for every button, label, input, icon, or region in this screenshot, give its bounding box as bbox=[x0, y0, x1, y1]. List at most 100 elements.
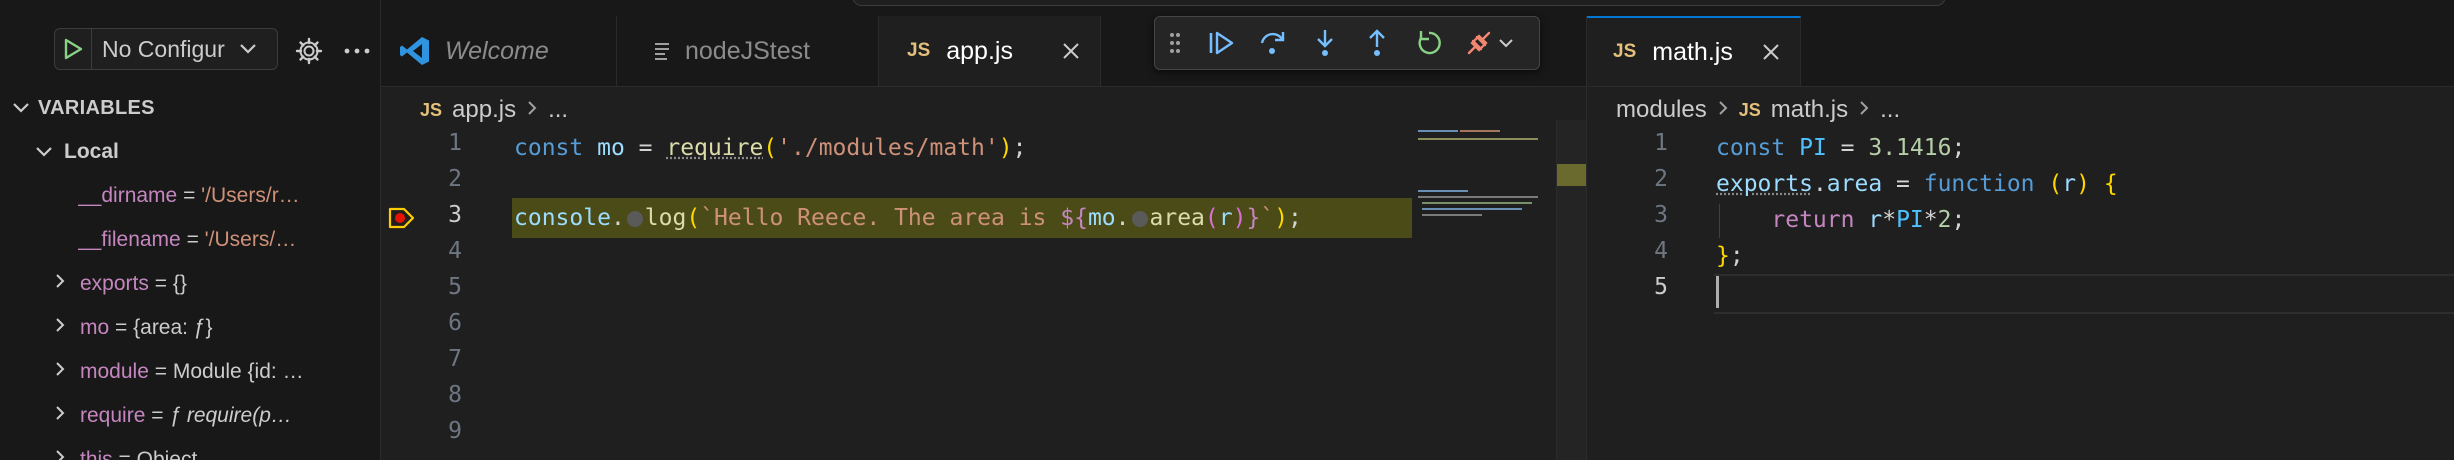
line-number[interactable]: 1 bbox=[1588, 130, 1668, 156]
chevron-down-icon bbox=[1499, 39, 1513, 48]
variable-value: {area: ƒ} bbox=[133, 316, 213, 339]
chevron-down-icon bbox=[12, 97, 38, 120]
breadcrumb-file[interactable]: app.js bbox=[452, 96, 516, 124]
tab-label: nodeJStest bbox=[685, 36, 811, 65]
document-icon bbox=[653, 41, 671, 61]
vscode-logo-icon bbox=[399, 35, 431, 67]
js-file-icon: JS bbox=[907, 40, 931, 61]
variable-row[interactable]: exports = {} bbox=[48, 262, 380, 306]
code-line-3[interactable]: console. log(`Hello Reece. The area is ${… bbox=[514, 200, 1302, 236]
minimap[interactable] bbox=[1412, 120, 1556, 460]
chevron-down-icon[interactable] bbox=[230, 42, 266, 56]
close-icon[interactable] bbox=[1062, 42, 1080, 60]
chevron-right-icon[interactable] bbox=[48, 272, 72, 296]
chevron-right-icon bbox=[526, 96, 538, 124]
scope-local[interactable]: Local bbox=[32, 130, 380, 174]
line-number[interactable]: 2 bbox=[382, 166, 462, 192]
variable-row[interactable]: mo = {area: ƒ} bbox=[48, 306, 380, 350]
js-file-icon: JS bbox=[1738, 99, 1761, 120]
debug-toolbar[interactable] bbox=[1154, 16, 1540, 70]
variable-value: ƒ require(p… bbox=[169, 404, 292, 427]
text-cursor bbox=[1716, 276, 1719, 308]
launch-configuration-select[interactable]: No Configur bbox=[54, 28, 278, 70]
scrollbar-debug-marker bbox=[1557, 164, 1587, 186]
step-out-icon[interactable] bbox=[1351, 17, 1403, 69]
line-number[interactable]: 3 bbox=[1588, 202, 1668, 228]
command-center[interactable] bbox=[852, 0, 1946, 6]
continue-icon[interactable] bbox=[1195, 17, 1247, 69]
indent-guide bbox=[1719, 204, 1720, 238]
variable-name: this bbox=[80, 448, 113, 460]
breadcrumb-symbol[interactable]: ... bbox=[1880, 96, 1900, 124]
inline-breakpoint-icon[interactable] bbox=[626, 210, 643, 227]
line-number[interactable]: 6 bbox=[382, 310, 462, 336]
variable-equals: = bbox=[145, 404, 170, 427]
variable-equals: = bbox=[109, 316, 134, 339]
line-number[interactable]: 2 bbox=[1588, 166, 1668, 192]
line-number[interactable]: 4 bbox=[1588, 238, 1668, 264]
vertical-scrollbar[interactable] bbox=[1556, 120, 1587, 460]
line-number[interactable]: 5 bbox=[382, 274, 462, 300]
chevron-right-icon[interactable] bbox=[48, 448, 72, 460]
variable-value: '/Users/r… bbox=[201, 184, 300, 207]
js-file-icon: JS bbox=[1613, 41, 1637, 62]
tab-nodejstest[interactable]: nodeJStest bbox=[617, 16, 879, 86]
drag-handle-icon[interactable] bbox=[1155, 17, 1195, 69]
chevron-right-icon[interactable] bbox=[48, 316, 72, 340]
variable-name: module bbox=[80, 360, 149, 383]
breadcrumb-folder[interactable]: modules bbox=[1616, 96, 1707, 124]
line-number[interactable]: 8 bbox=[382, 382, 462, 408]
tab-app-js[interactable]: JS app.js bbox=[879, 16, 1101, 86]
variable-equals: = bbox=[180, 228, 205, 251]
breadcrumb-symbol[interactable]: ... bbox=[548, 96, 568, 124]
line-number[interactable]: 5 bbox=[1588, 274, 1668, 300]
variable-row[interactable]: require = ƒ require(p… bbox=[48, 394, 380, 438]
variable-equals: = bbox=[112, 448, 137, 460]
line-number[interactable]: 9 bbox=[382, 418, 462, 444]
code-line-1[interactable]: const PI = 3.1416; bbox=[1716, 130, 1965, 166]
line-number[interactable]: 7 bbox=[382, 346, 462, 372]
variable-value: Module {id: … bbox=[172, 360, 304, 383]
breadcrumb-file[interactable]: math.js bbox=[1771, 96, 1848, 124]
step-over-icon[interactable] bbox=[1247, 17, 1299, 69]
tab-welcome[interactable]: Welcome bbox=[381, 16, 617, 86]
variable-row[interactable]: __dirname = '/Users/r… bbox=[78, 174, 380, 218]
tab-label: math.js bbox=[1652, 37, 1733, 66]
variable-equals: = bbox=[148, 272, 173, 295]
variable-row[interactable]: this = Object bbox=[48, 438, 380, 460]
js-file-icon: JS bbox=[420, 99, 443, 120]
line-number[interactable]: 3 bbox=[382, 202, 462, 228]
configuration-label: No Configur bbox=[102, 35, 225, 62]
code-line-4[interactable]: }; bbox=[1716, 238, 1744, 274]
chevron-right-icon bbox=[1717, 96, 1729, 124]
gear-icon[interactable] bbox=[292, 34, 326, 68]
restart-icon[interactable] bbox=[1403, 17, 1455, 69]
more-actions-icon[interactable] bbox=[340, 34, 374, 68]
breadcrumb: JS app.js ... bbox=[420, 90, 568, 130]
chevron-down-icon bbox=[32, 140, 56, 164]
variable-name: require bbox=[80, 404, 146, 427]
tab-math-js[interactable]: JS math.js bbox=[1587, 16, 1801, 86]
run-and-debug-sidebar: No Configur VARIABLES Local __dirname = … bbox=[0, 0, 381, 460]
code-line-2[interactable]: exports.area = function (r) { bbox=[1716, 166, 2118, 202]
chevron-right-icon[interactable] bbox=[48, 360, 72, 384]
close-icon[interactable] bbox=[1762, 43, 1780, 61]
variable-name: exports bbox=[80, 272, 149, 295]
variable-equals: = bbox=[148, 360, 173, 383]
code-line-1[interactable]: const mo = require('./modules/math'); bbox=[514, 130, 1026, 166]
variable-name: __dirname bbox=[78, 184, 178, 207]
scope-label: Local bbox=[64, 140, 119, 163]
step-into-icon[interactable] bbox=[1299, 17, 1351, 69]
chevron-right-icon[interactable] bbox=[48, 404, 72, 428]
variable-row[interactable]: __filename = '/Users/… bbox=[78, 218, 380, 262]
code-line-3[interactable]: return r*PI*2; bbox=[1716, 202, 1965, 238]
line-number[interactable]: 1 bbox=[382, 130, 462, 156]
start-debugging-icon[interactable] bbox=[55, 29, 92, 69]
current-line-highlight bbox=[1714, 274, 2454, 314]
variables-section-header[interactable]: VARIABLES bbox=[12, 90, 372, 126]
line-number[interactable]: 4 bbox=[382, 238, 462, 264]
disconnect-icon[interactable] bbox=[1455, 17, 1525, 69]
inline-breakpoint-icon[interactable] bbox=[1131, 210, 1148, 227]
variable-name: __filename bbox=[78, 228, 181, 251]
variable-row[interactable]: module = Module {id: … bbox=[48, 350, 380, 394]
